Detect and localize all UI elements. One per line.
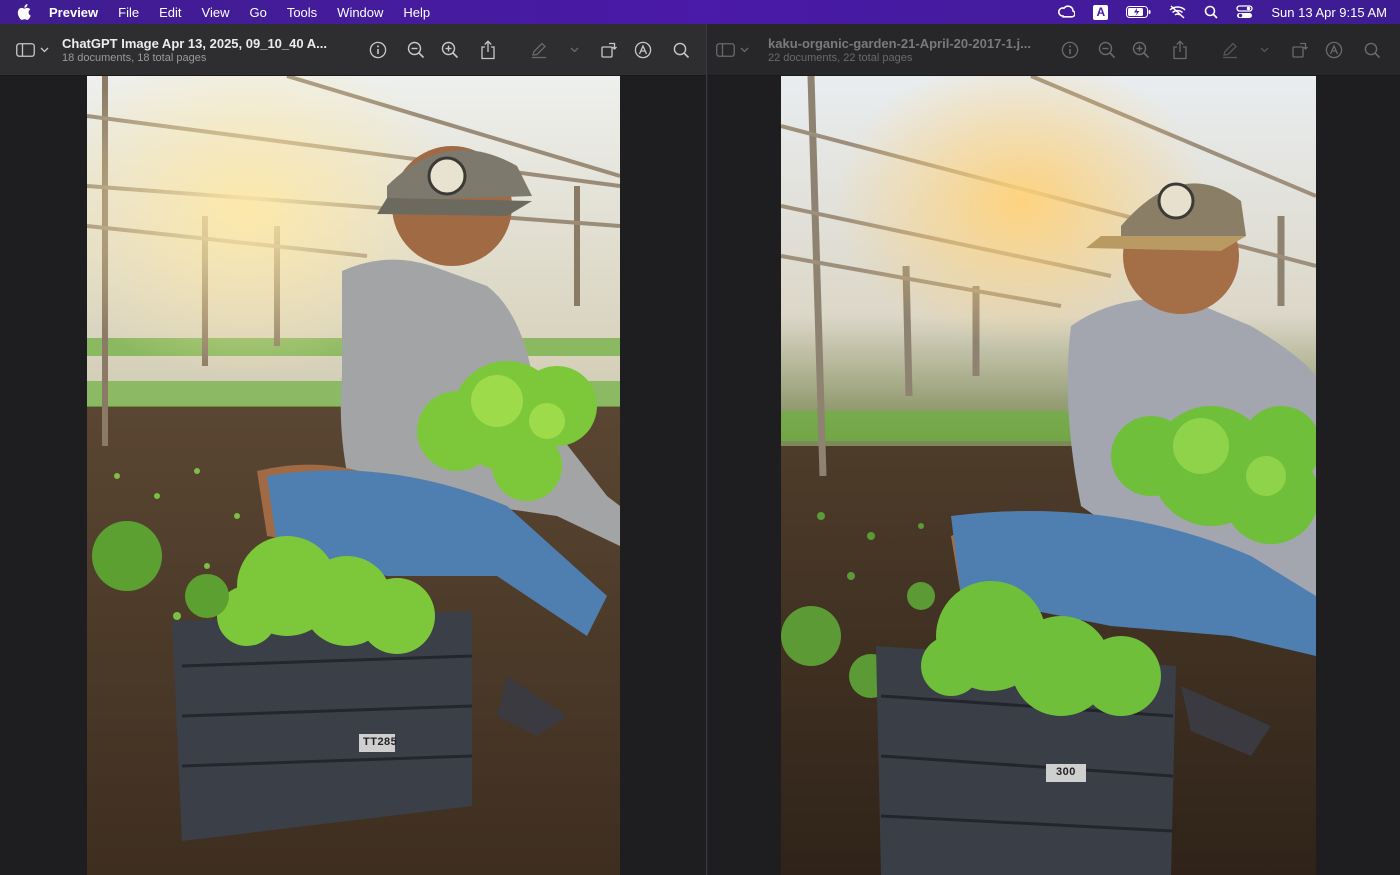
zoom-out-icon[interactable] xyxy=(406,40,426,60)
annotate-icon[interactable] xyxy=(1324,40,1344,60)
zoom-in-icon[interactable] xyxy=(1131,40,1151,60)
chevron-down-icon xyxy=(740,47,749,52)
sidebar-toggle-button[interactable] xyxy=(16,42,52,57)
menu-bar-clock[interactable]: Sun 13 Apr 9:15 AM xyxy=(1271,5,1387,20)
info-icon[interactable] xyxy=(368,40,388,60)
markup-chevron-down-icon[interactable] xyxy=(564,40,584,60)
search-icon[interactable] xyxy=(671,40,691,60)
document-image: 300 xyxy=(781,76,1316,875)
menu-edit[interactable]: Edit xyxy=(159,5,181,20)
crate-label: TT285 xyxy=(363,736,398,748)
document-image: TT285 xyxy=(87,76,620,875)
input-source-letter: A xyxy=(1093,4,1109,20)
menu-window[interactable]: Window xyxy=(337,5,383,20)
share-icon[interactable] xyxy=(478,40,498,60)
greenhouse-photo xyxy=(781,76,1316,875)
menu-app-preview[interactable]: Preview xyxy=(49,5,98,20)
creative-cloud-icon[interactable] xyxy=(1058,5,1076,19)
preview-window-right: kaku-organic-garden-21-April-20-2017-1.j… xyxy=(708,24,1400,875)
zoom-in-icon[interactable] xyxy=(440,40,460,60)
crate-label: 300 xyxy=(1056,766,1076,778)
markup-pen-icon[interactable] xyxy=(529,40,549,60)
markup-pen-icon[interactable] xyxy=(1220,40,1240,60)
document-count: 22 documents, 22 total pages xyxy=(768,51,913,64)
document-title: kaku-organic-garden-21-April-20-2017-1.j… xyxy=(768,35,1031,51)
document-count: 18 documents, 18 total pages xyxy=(62,51,207,64)
status-area: A Sun 13 Apr 9:15 AM xyxy=(1040,0,1387,24)
rotate-icon[interactable] xyxy=(599,40,619,60)
input-source-icon[interactable]: A xyxy=(1093,4,1109,20)
battery-icon[interactable] xyxy=(1126,6,1151,18)
document-title: ChatGPT Image Apr 13, 2025, 09_10_40 A..… xyxy=(62,35,327,51)
menu-help[interactable]: Help xyxy=(403,5,430,20)
info-icon[interactable] xyxy=(1060,40,1080,60)
window-toolbar: ChatGPT Image Apr 13, 2025, 09_10_40 A..… xyxy=(0,24,706,76)
annotate-icon[interactable] xyxy=(633,40,653,60)
menu-file[interactable]: File xyxy=(118,5,139,20)
wifi-off-icon[interactable] xyxy=(1169,5,1186,19)
search-icon[interactable] xyxy=(1362,40,1382,60)
spotlight-search-icon[interactable] xyxy=(1204,5,1218,19)
sidebar-toggle-button[interactable] xyxy=(716,42,752,57)
menu-tools[interactable]: Tools xyxy=(287,5,317,20)
rotate-icon[interactable] xyxy=(1290,40,1310,60)
share-icon[interactable] xyxy=(1170,40,1190,60)
preview-window-left: ChatGPT Image Apr 13, 2025, 09_10_40 A..… xyxy=(0,24,707,875)
control-center-icon[interactable] xyxy=(1236,5,1254,19)
greenhouse-photo xyxy=(87,76,620,875)
menu-bar: Preview File Edit View Go Tools Window H… xyxy=(0,0,1400,24)
zoom-out-icon[interactable] xyxy=(1097,40,1117,60)
markup-chevron-down-icon[interactable] xyxy=(1254,40,1274,60)
menu-view[interactable]: View xyxy=(202,5,230,20)
window-toolbar: kaku-organic-garden-21-April-20-2017-1.j… xyxy=(708,24,1400,76)
chevron-down-icon xyxy=(40,47,49,52)
menu-go[interactable]: Go xyxy=(249,5,266,20)
apple-menu-icon[interactable] xyxy=(17,3,35,21)
